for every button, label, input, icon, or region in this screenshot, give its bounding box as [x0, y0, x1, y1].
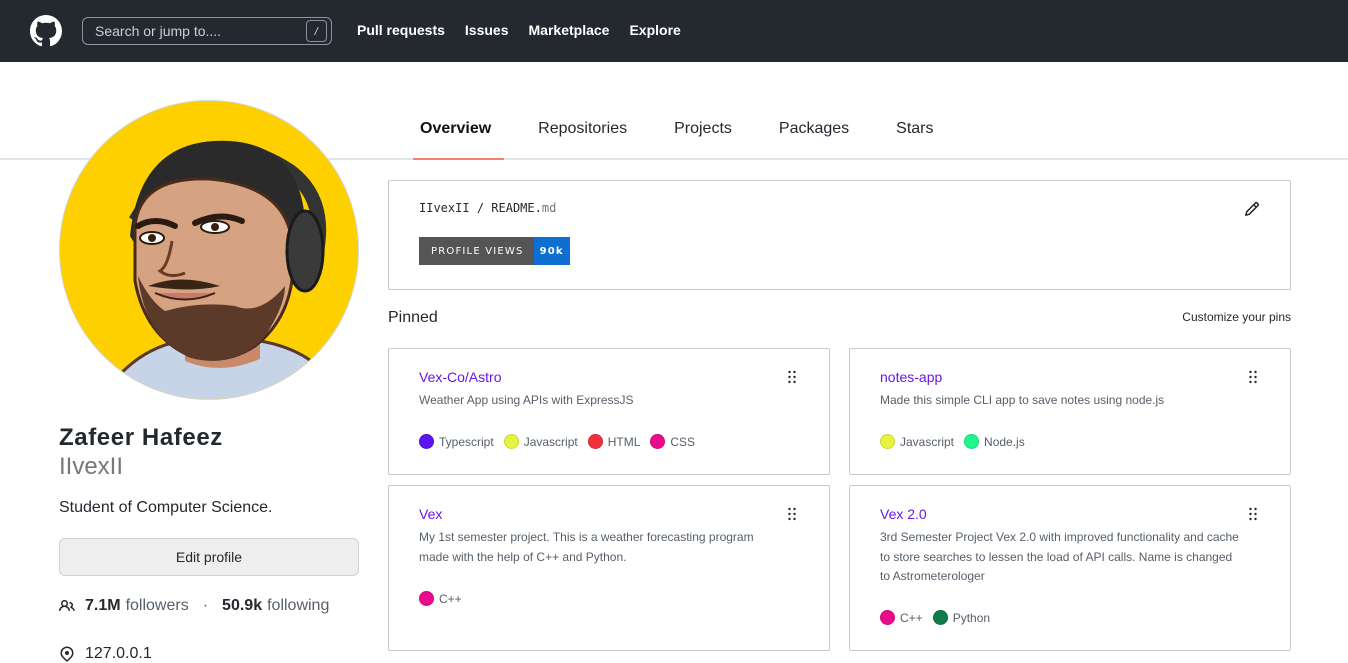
language-color-dot [419, 591, 434, 606]
profile-views-badge: PROFILE VIEWS 90k [419, 237, 570, 265]
repo-description: My 1st semester project. This is a weath… [419, 530, 754, 564]
search-input[interactable]: Search or jump to.... / [82, 17, 332, 45]
language-color-dot [419, 434, 434, 449]
language-item: CSS [650, 434, 695, 449]
tab-stars[interactable]: Stars [872, 104, 956, 160]
repo-name-link[interactable]: Vex [419, 506, 442, 522]
language-item: C++ [419, 591, 462, 606]
location-pin-icon [60, 646, 74, 662]
badge-label: PROFILE VIEWS [419, 237, 534, 265]
pinned-repo-card: notes-app Made this simple CLI app to sa… [849, 348, 1291, 475]
pinned-repo-card: Vex 2.0 3rd Semester Project Vex 2.0 wit… [849, 485, 1291, 651]
profile-username: IIvexII [59, 453, 124, 480]
drag-handle-icon[interactable] [1248, 507, 1258, 521]
language-item: Python [932, 610, 991, 625]
repo-name-link[interactable]: Vex-Co/Astro [419, 369, 501, 385]
tab-packages[interactable]: Packages [755, 104, 872, 160]
repo-languages: Javascript Node.js [880, 434, 1025, 449]
language-item: Node.js [964, 434, 1025, 449]
language-item: HTML [587, 434, 641, 449]
language-color-dot [880, 434, 895, 449]
nav-explore[interactable]: Explore [629, 22, 680, 38]
language-color-dot [587, 434, 603, 449]
badge-value: 90k [533, 237, 570, 265]
drag-handle-icon[interactable] [1248, 370, 1258, 384]
global-nav: Pull requests Issues Marketplace Explore [357, 22, 681, 38]
following-label[interactable]: following [267, 597, 329, 615]
pinned-title: Pinned [388, 309, 438, 326]
readme-ext: md [541, 201, 557, 215]
profile-bio: Student of Computer Science. [59, 499, 273, 516]
avatar[interactable] [59, 100, 359, 400]
follow-stats: 7.1M followers · 50.9k following [59, 597, 329, 615]
pinned-repo-card: Vex-Co/Astro Weather App using APIs with… [388, 348, 830, 475]
following-count[interactable]: 50.9k [222, 597, 262, 615]
customize-pins-link[interactable]: Customize your pins [1182, 310, 1291, 324]
language-name: Python [952, 610, 991, 625]
followers-count[interactable]: 7.1M [85, 597, 121, 615]
language-color-dot [932, 610, 948, 625]
language-name: Typescript [439, 434, 494, 449]
language-name: HTML [607, 434, 641, 449]
repo-languages: C++ Python [880, 610, 990, 625]
tab-projects[interactable]: Projects [650, 104, 755, 160]
language-item: Javascript [503, 434, 578, 449]
language-color-dot [503, 434, 519, 449]
nav-issues[interactable]: Issues [465, 22, 509, 38]
drag-handle-icon[interactable] [787, 507, 797, 521]
language-item: Typescript [419, 434, 494, 449]
readme-slash: / [476, 201, 485, 215]
repo-name-link[interactable]: notes-app [880, 369, 942, 385]
readme-path[interactable]: IIvexII / README.md [419, 201, 556, 215]
profile-full-name: Zafeer Hafeez [59, 424, 223, 451]
language-name: Javascript [523, 434, 578, 449]
tab-repositories[interactable]: Repositories [514, 104, 650, 160]
language-name: CSS [670, 434, 696, 449]
language-name: Javascript [900, 434, 955, 449]
repo-languages: C++ [419, 591, 462, 606]
location-text: 127.0.0.1 [85, 645, 152, 662]
pinned-repo-card: Vex My 1st semester project. This is a w… [388, 485, 830, 651]
language-name: Node.js [984, 434, 1025, 449]
search-placeholder: Search or jump to.... [95, 23, 222, 39]
people-icon [59, 599, 75, 612]
avatar-illustration [60, 101, 358, 399]
repo-description: 3rd Semester Project Vex 2.0 with improv… [880, 530, 1239, 583]
github-logo-icon[interactable] [30, 15, 62, 47]
edit-pencil-icon[interactable] [1244, 201, 1260, 217]
edit-profile-button[interactable]: Edit profile [59, 538, 359, 576]
repo-description: Made this simple CLI app to save notes u… [880, 393, 1165, 407]
tab-overview[interactable]: Overview [413, 104, 514, 160]
nav-marketplace[interactable]: Marketplace [529, 22, 610, 38]
readme-card: IIvexII / README.md PROFILE VIEWS 90k [388, 180, 1291, 290]
top-navigation-bar: Search or jump to.... / Pull requests Is… [0, 0, 1348, 62]
profile-location: 127.0.0.1 [59, 645, 152, 663]
language-name: C++ [900, 610, 923, 625]
followers-label[interactable]: followers [126, 597, 189, 615]
nav-pull-requests[interactable]: Pull requests [357, 22, 445, 38]
repo-name-link[interactable]: Vex 2.0 [880, 506, 927, 522]
profile-tabs: Overview Repositories Projects Packages … [413, 104, 957, 160]
language-color-dot [650, 434, 666, 449]
readme-owner: IIvexII [419, 201, 470, 215]
repo-languages: Typescript Javascript HTML CSS [419, 434, 695, 449]
search-shortcut-key: / [306, 20, 327, 42]
language-color-dot [880, 610, 895, 625]
language-item: Javascript [880, 434, 954, 449]
language-name: C++ [439, 591, 462, 606]
repo-description: Weather App using APIs with ExpressJS [419, 393, 634, 407]
drag-handle-icon[interactable] [787, 370, 797, 384]
readme-file: README. [491, 201, 542, 215]
follow-separator: · [202, 597, 209, 614]
language-color-dot [964, 434, 980, 449]
language-item: C++ [880, 610, 923, 625]
